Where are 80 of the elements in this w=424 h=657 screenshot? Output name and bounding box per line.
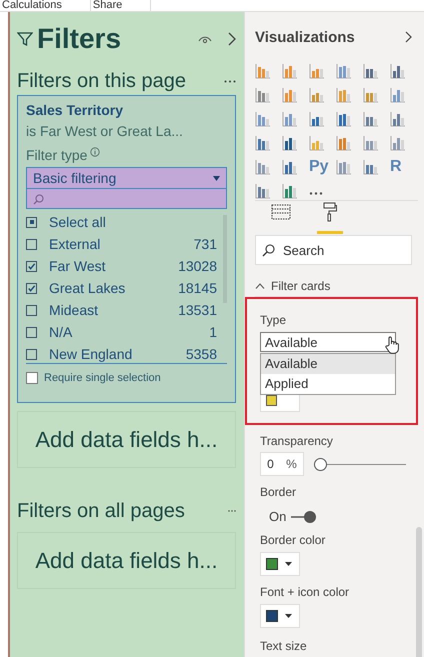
field-label: Transparency: [260, 434, 334, 448]
item-count: 13028: [178, 258, 218, 274]
chart-icon[interactable]: [363, 110, 379, 127]
chart-icon[interactable]: [363, 159, 379, 176]
card-title: Sales Territory: [26, 102, 124, 118]
chart-icon[interactable]: [309, 110, 325, 127]
info-icon: [90, 147, 100, 157]
pane-title: Filters: [37, 23, 122, 55]
search-icon: [262, 244, 275, 256]
ribbon-tab[interactable]: Calculations: [0, 0, 91, 11]
search-field[interactable]: [26, 189, 227, 209]
chart-icon[interactable]: [282, 183, 298, 200]
field-label: Border color: [260, 533, 326, 547]
field-label: Type: [260, 313, 288, 327]
caret-icon: [213, 176, 220, 180]
item-label: New England: [49, 346, 134, 362]
item-count: 1: [209, 324, 218, 340]
section-title: Filters on all pages: [17, 500, 185, 522]
checkbox[interactable]: [26, 304, 37, 316]
transparency-field[interactable]: 0 %: [260, 452, 304, 476]
caret-icon: [285, 562, 292, 566]
checkbox[interactable]: [26, 372, 38, 384]
field-label: Border: [260, 485, 298, 499]
chart-icon[interactable]: [255, 183, 271, 200]
field-label: Text size: [260, 639, 308, 653]
more-icon[interactable]: [224, 80, 236, 82]
filter-summary: is Far West or Great La...: [26, 123, 184, 139]
caret-icon: [285, 614, 292, 618]
item-label: Select all: [49, 214, 107, 230]
drop-zone[interactable]: Add data fields h...: [17, 532, 236, 589]
search-field[interactable]: Search: [255, 235, 412, 265]
section-title: Filters on this page: [17, 70, 186, 92]
item-label: Mideast: [49, 302, 100, 318]
menu-option[interactable]: Available: [261, 354, 395, 374]
scrollbar[interactable]: [416, 527, 422, 657]
item-label: External: [49, 236, 102, 252]
caret-icon[interactable]: [255, 283, 265, 289]
item-label: Far West: [49, 258, 107, 274]
filter-icon: [17, 31, 33, 47]
checkbox[interactable]: [26, 326, 37, 338]
item-count: 5358: [186, 346, 218, 362]
chart-icon[interactable]: [282, 135, 298, 152]
pane-title: Visualizations: [255, 28, 355, 46]
chart-icon[interactable]: [282, 159, 298, 176]
field-label: Font + icon color: [260, 585, 350, 599]
search-icon: [33, 194, 44, 205]
type-dropdown[interactable]: Available: [260, 332, 396, 352]
ribbon-tab[interactable]: Share: [90, 0, 152, 11]
checkbox[interactable]: [26, 260, 37, 272]
chart-icon[interactable]: [255, 86, 271, 103]
checkbox[interactable]: [26, 348, 37, 360]
menu-option[interactable]: Applied: [261, 374, 395, 394]
item-count: 731: [194, 236, 218, 252]
chart-icon[interactable]: [390, 62, 406, 79]
toggle-label: On: [269, 509, 286, 524]
eye-icon[interactable]: [198, 34, 212, 44]
section-title: Filter cards: [271, 279, 330, 293]
chevron-right-icon[interactable]: [228, 32, 236, 46]
chart-icon[interactable]: [390, 110, 406, 127]
chart-icon[interactable]: [255, 135, 271, 152]
color-picker[interactable]: [260, 604, 300, 628]
chevron-right-icon[interactable]: [405, 31, 412, 43]
item-label: N/A: [49, 324, 74, 340]
field-label: Filter type: [26, 147, 88, 163]
chart-icon[interactable]: [336, 110, 352, 127]
filter-type-dropdown[interactable]: Basic filtering: [26, 167, 227, 189]
item-count: 18145: [178, 280, 218, 296]
paint-roller-icon: [323, 202, 337, 222]
toggle-switch[interactable]: [290, 510, 316, 522]
checkbox[interactable]: [26, 282, 37, 294]
item-label: Great Lakes: [49, 280, 126, 296]
checkbox[interactable]: [26, 216, 37, 228]
item-count: 13531: [178, 302, 218, 318]
color-picker[interactable]: [260, 552, 300, 576]
chart-icon[interactable]: [363, 62, 379, 79]
checkbox[interactable]: [26, 238, 37, 250]
drop-zone[interactable]: Add data fields h...: [17, 411, 236, 468]
table-icon: [271, 204, 291, 220]
checkbox-label: Require single selection: [44, 372, 161, 384]
more-icon[interactable]: [309, 192, 323, 195]
